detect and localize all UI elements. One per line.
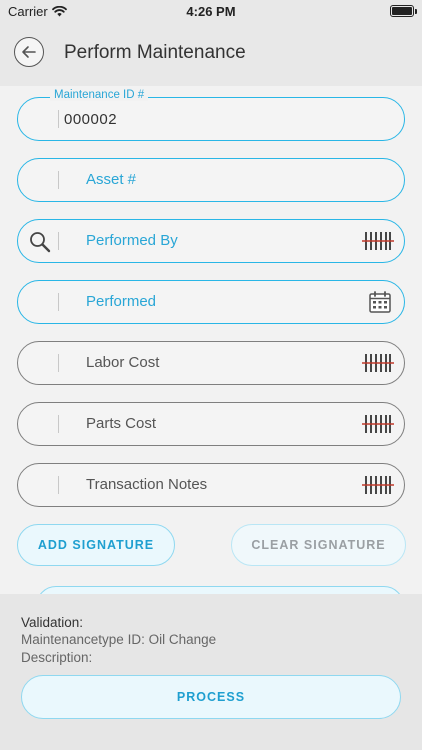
search-icon[interactable] [28, 230, 52, 254]
asset-label: Asset # [86, 171, 137, 188]
maintenance-type-text: Maintenancetype ID: Oil Change [21, 632, 217, 647]
field-divider [58, 476, 59, 494]
field-divider [58, 171, 59, 189]
field-divider [58, 110, 59, 128]
field-divider [58, 232, 59, 250]
maintenance-id-value: 000002 [64, 111, 118, 128]
field-divider [58, 293, 59, 311]
back-button[interactable] [14, 37, 44, 67]
back-arrow-icon [22, 46, 36, 58]
performed-by-field[interactable]: Performed By [17, 219, 405, 263]
maintenance-id-field[interactable]: Maintenance ID # 000002 [17, 89, 405, 141]
add-signature-button[interactable]: ADD SIGNATURE [17, 524, 175, 566]
parts-cost-field[interactable]: Parts Cost [17, 402, 405, 446]
validation-footer: Validation: Maintenancetype ID: Oil Chan… [0, 594, 422, 750]
clear-signature-button[interactable]: CLEAR SIGNATURE [231, 524, 406, 566]
process-button[interactable]: PROCESS [21, 675, 401, 719]
barcode-icon[interactable] [362, 231, 394, 251]
maintenance-id-label: Maintenance ID # [50, 89, 149, 101]
page-title: Perform Maintenance [64, 42, 246, 63]
performed-label: Performed [86, 293, 157, 310]
calendar-icon[interactable] [368, 290, 392, 314]
labor-cost-label: Labor Cost [86, 354, 160, 371]
description-text: Description: [21, 650, 93, 665]
status-time: 4:26 PM [186, 4, 236, 19]
validation-label: Validation: [21, 615, 84, 630]
battery-icon [390, 5, 417, 17]
parts-cost-label: Parts Cost [86, 415, 157, 432]
performed-field[interactable]: Performed [17, 280, 405, 324]
barcode-icon[interactable] [362, 414, 394, 434]
performed-by-label: Performed By [86, 232, 178, 249]
barcode-icon[interactable] [362, 353, 394, 373]
status-bar: Carrier 4:26 PM [0, 0, 422, 24]
transaction-notes-field[interactable]: Transaction Notes [17, 463, 405, 507]
transaction-notes-label: Transaction Notes [86, 476, 208, 493]
navigation-bar: Perform Maintenance [0, 24, 422, 86]
barcode-icon[interactable] [362, 475, 394, 495]
signature-pad[interactable] [36, 586, 404, 594]
field-divider [58, 415, 59, 433]
form-scroll-area[interactable]: Maintenance ID # 000002 Asset # Performe… [0, 86, 422, 594]
asset-field[interactable]: Asset # [17, 158, 405, 202]
labor-cost-field[interactable]: Labor Cost [17, 341, 405, 385]
field-divider [58, 354, 59, 372]
